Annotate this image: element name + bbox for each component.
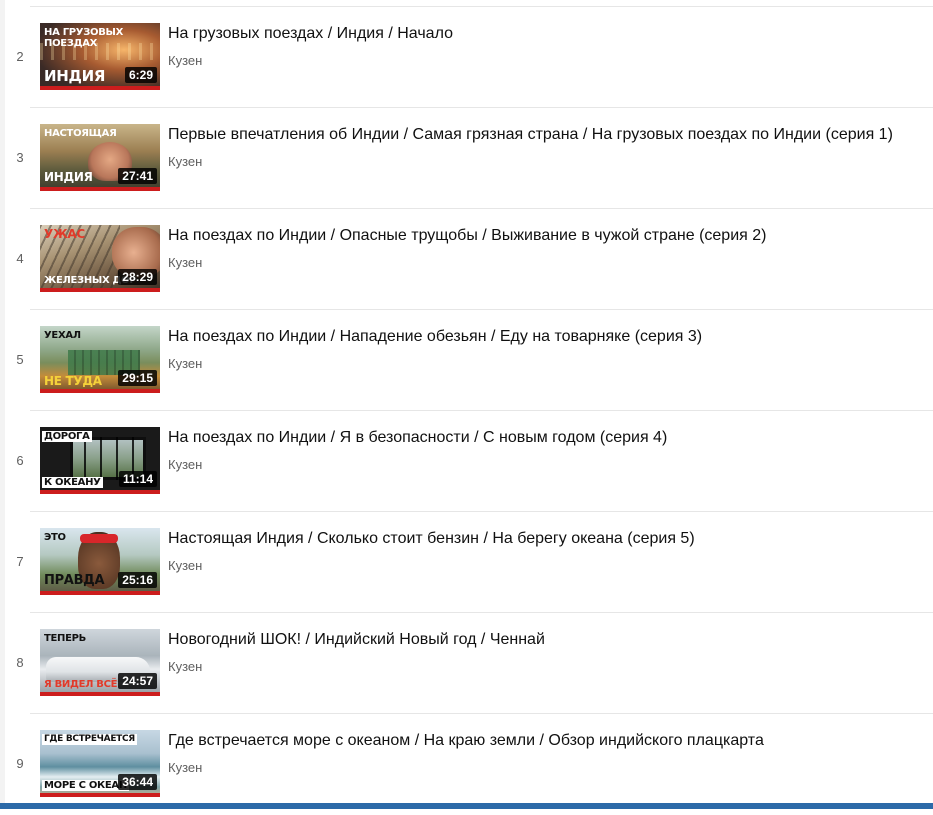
- thumbnail-caption-top: НА ГРУЗОВЫХ ПОЕЗДАХ: [44, 27, 123, 49]
- channel-name[interactable]: Кузен: [168, 558, 202, 573]
- playlist-item[interactable]: 6 ДОРОГА К ОКЕАНУ 11:14 На поездах по Ин…: [0, 411, 933, 512]
- item-index: 8: [16, 655, 24, 670]
- thumbnail-caption-bottom: Я ВИДЕЛ ВСЁ: [44, 679, 118, 690]
- watched-progress-bar: [40, 793, 160, 797]
- playlist-item[interactable]: 7 ЭТО ПРАВДА 25:16 Настоящая Индия / Ско…: [0, 512, 933, 613]
- video-thumbnail[interactable]: НА ГРУЗОВЫХ ПОЕЗДАХ ИНДИЯ 6:29: [40, 23, 160, 90]
- thumbnail-caption-top: ДОРОГА: [42, 431, 92, 442]
- video-thumbnail[interactable]: НАСТОЯЩАЯ ИНДИЯ 27:41: [40, 124, 160, 191]
- item-index: 3: [16, 150, 24, 165]
- playlist-item[interactable]: 8 ТЕПЕРЬ Я ВИДЕЛ ВСЁ 24:57 Новогодний ШО…: [0, 613, 933, 714]
- video-thumbnail[interactable]: ГДЕ ВСТРЕЧАЕТСЯ МОРЕ С ОКЕАН 36:44: [40, 730, 160, 797]
- video-thumbnail[interactable]: УЕХАЛ НЕ ТУДА 29:15: [40, 326, 160, 393]
- channel-name[interactable]: Кузен: [168, 760, 202, 775]
- video-title[interactable]: На поездах по Индии / Я в безопасности /…: [168, 428, 667, 448]
- playlist-item[interactable]: 9 ГДЕ ВСТРЕЧАЕТСЯ МОРЕ С ОКЕАН 36:44 Где…: [0, 714, 933, 815]
- thumbnail-caption-top: ГДЕ ВСТРЕЧАЕТСЯ: [42, 734, 137, 745]
- playlist-item[interactable]: 5 УЕХАЛ НЕ ТУДА 29:15 На поездах по Инди…: [0, 310, 933, 411]
- duration-badge: 25:16: [118, 572, 157, 588]
- item-index: 9: [16, 756, 24, 771]
- duration-badge: 24:57: [118, 673, 157, 689]
- video-thumbnail[interactable]: ДОРОГА К ОКЕАНУ 11:14: [40, 427, 160, 494]
- thumbnail-caption-bottom: МОРЕ С ОКЕАН: [42, 780, 129, 791]
- watched-progress-bar: [40, 490, 160, 494]
- channel-name[interactable]: Кузен: [168, 53, 202, 68]
- thumbnail-caption-top: НАСТОЯЩАЯ: [44, 128, 117, 139]
- video-title[interactable]: Где встречается море с океаном / На краю…: [168, 731, 764, 751]
- watched-progress-bar: [40, 389, 160, 393]
- watched-progress-bar: [40, 591, 160, 595]
- playlist-item[interactable]: 2 НА ГРУЗОВЫХ ПОЕЗДАХ ИНДИЯ 6:29 На груз…: [0, 7, 933, 108]
- video-thumbnail[interactable]: ЭТО ПРАВДА 25:16: [40, 528, 160, 595]
- duration-badge: 6:29: [124, 67, 157, 83]
- thumbnail-caption-bottom: ИНДИЯ: [44, 67, 106, 85]
- item-index: 6: [16, 453, 24, 468]
- video-title[interactable]: Первые впечатления об Индии / Самая гряз…: [168, 125, 893, 145]
- duration-badge: 28:29: [118, 269, 157, 285]
- watched-progress-bar: [40, 86, 160, 90]
- thumbnail-caption-top: УЕХАЛ: [44, 330, 81, 341]
- item-index: 2: [16, 49, 24, 64]
- playlist-panel: 2 НА ГРУЗОВЫХ ПОЕЗДАХ ИНДИЯ 6:29 На груз…: [0, 0, 933, 809]
- playlist-item[interactable]: 3 НАСТОЯЩАЯ ИНДИЯ 27:41 Первые впечатлен…: [0, 108, 933, 209]
- video-thumbnail[interactable]: УЖАС ЖЕЛЕЗНЫХ ДОР 28:29: [40, 225, 160, 292]
- duration-badge: 27:41: [118, 168, 157, 184]
- channel-name[interactable]: Кузен: [168, 356, 202, 371]
- thumbnail-headband: [80, 534, 118, 543]
- duration-badge: 36:44: [118, 774, 157, 790]
- watched-progress-bar: [40, 692, 160, 696]
- duration-badge: 29:15: [118, 370, 157, 386]
- thumbnail-caption-bottom: НЕ ТУДА: [44, 374, 102, 388]
- thumbnail-caption-top: ЭТО: [44, 532, 66, 543]
- channel-name[interactable]: Кузен: [168, 457, 202, 472]
- video-title[interactable]: Новогодний ШОК! / Индийский Новый год / …: [168, 630, 545, 650]
- video-title[interactable]: Настоящая Индия / Сколько стоит бензин /…: [168, 529, 695, 549]
- item-index: 4: [16, 251, 24, 266]
- thumbnail-caption-bottom: ИНДИЯ: [44, 170, 93, 184]
- item-index: 7: [16, 554, 24, 569]
- video-title[interactable]: На поездах по Индии / Нападение обезьян …: [168, 327, 702, 347]
- taskbar-edge: [0, 803, 933, 809]
- thumbnail-caption-bottom: К ОКЕАНУ: [42, 477, 103, 488]
- video-title[interactable]: На поездах по Индии / Опасные трущобы / …: [168, 226, 766, 246]
- thumbnail-caption-top: УЖАС: [44, 227, 85, 241]
- watched-progress-bar: [40, 187, 160, 191]
- video-thumbnail[interactable]: ТЕПЕРЬ Я ВИДЕЛ ВСЁ 24:57: [40, 629, 160, 696]
- watched-progress-bar: [40, 288, 160, 292]
- channel-name[interactable]: Кузен: [168, 154, 202, 169]
- channel-name[interactable]: Кузен: [168, 255, 202, 270]
- thumbnail-caption-bottom: ПРАВДА: [44, 573, 105, 588]
- thumbnail-caption-top: ТЕПЕРЬ: [44, 633, 87, 644]
- duration-badge: 11:14: [118, 471, 157, 487]
- video-title[interactable]: На грузовых поездах / Индия / Начало: [168, 24, 453, 44]
- playlist-item[interactable]: 4 УЖАС ЖЕЛЕЗНЫХ ДОР 28:29 На поездах по …: [0, 209, 933, 310]
- channel-name[interactable]: Кузен: [168, 659, 202, 674]
- item-index: 5: [16, 352, 24, 367]
